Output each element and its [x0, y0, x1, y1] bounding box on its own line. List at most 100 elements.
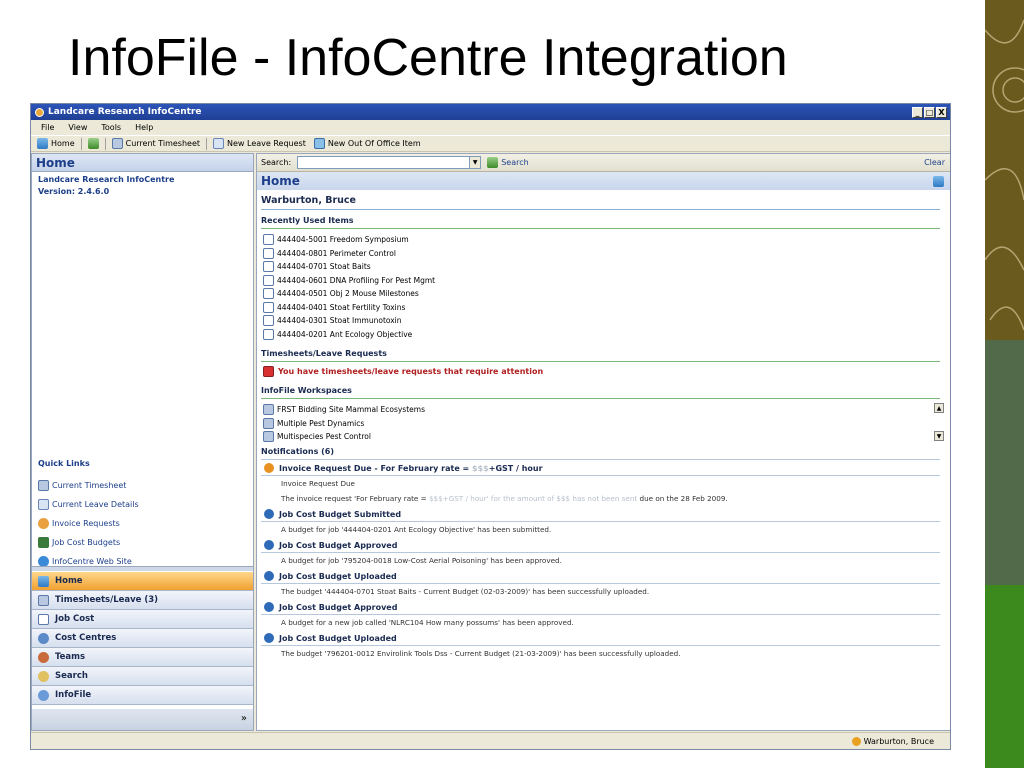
info-icon: [264, 571, 274, 581]
quick-link-current-leave[interactable]: Current Leave Details: [38, 495, 139, 514]
list-item[interactable]: 444404-5001 Freedom Symposium: [263, 233, 940, 247]
list-item[interactable]: 444404-0501 Obj 2 Mouse Milestones: [263, 287, 940, 301]
list-item-label: FRST Bidding Site Mammal Ecosystems: [277, 405, 425, 415]
status-user: Warburton, Bruce: [851, 737, 934, 746]
notification-title: Job Cost Budget Uploaded: [279, 571, 397, 581]
toolbar-home-button[interactable]: Home: [37, 138, 75, 149]
quick-links-list: Current Timesheet Current Leave Details …: [38, 476, 139, 571]
recent-items-title: Recently Used Items: [261, 210, 940, 229]
close-button[interactable]: X: [936, 106, 947, 118]
window-titlebar[interactable]: Landcare Research InfoCentre _ □ X: [31, 104, 950, 120]
notification-item[interactable]: Job Cost Budget Uploaded The budget '444…: [261, 568, 940, 599]
minimize-button[interactable]: _: [912, 106, 923, 118]
toolbar-refresh-button[interactable]: [87, 138, 99, 149]
menu-tools[interactable]: Tools: [101, 123, 121, 132]
notification-body: The invoice request 'For February rate =…: [281, 494, 728, 503]
job-icon: [263, 261, 274, 273]
timesheet-icon: [38, 480, 49, 491]
nav-list: Home Timesheets/Leave (3) Job Cost Cost …: [32, 572, 253, 705]
toolbar-current-timesheet-label: Current Timesheet: [125, 139, 201, 148]
list-item[interactable]: 444404-0201 Ant Ecology Objective: [263, 328, 940, 342]
chevron-down-icon[interactable]: ▼: [469, 157, 481, 168]
list-item-label: 444404-0701 Stoat Baits: [277, 262, 371, 272]
menu-view[interactable]: View: [68, 123, 87, 132]
job-icon: [263, 247, 274, 259]
invoice-icon: [38, 518, 49, 529]
nav-item-search[interactable]: Search: [32, 667, 253, 686]
nav-item-timesheets-leave[interactable]: Timesheets/Leave (3): [32, 591, 253, 610]
scroll-up-icon[interactable]: ▲: [934, 403, 944, 413]
notification-body: The budget '444404-0701 Stoat Baits - Cu…: [281, 587, 650, 596]
home-header: Home: [257, 172, 950, 190]
list-item[interactable]: Multiple Pest Dynamics: [263, 417, 940, 431]
list-item[interactable]: 444404-0701 Stoat Baits: [263, 260, 940, 274]
home-header-title: Home: [261, 174, 300, 188]
toolbar-new-ooo-button[interactable]: New Out Of Office Item: [313, 138, 421, 149]
toolbar-new-leave-button[interactable]: New Leave Request: [213, 138, 306, 149]
toolbar-new-leave-label: New Leave Request: [227, 139, 306, 148]
search-button-label: Search: [501, 158, 529, 167]
infofile-icon: [38, 689, 49, 701]
notification-item[interactable]: Job Cost Budget Uploaded The budget '796…: [261, 630, 940, 661]
home-icon[interactable]: [933, 176, 944, 187]
notification-body: The budget '796201-0012 Envirolink Tools…: [281, 649, 681, 658]
workspaces-list: FRST Bidding Site Mammal Ecosystems Mult…: [261, 399, 944, 444]
timesheet-icon: [111, 138, 123, 149]
decorative-side-band: [985, 0, 1024, 768]
nav-item-label: Search: [55, 671, 88, 681]
list-item-label: 444404-0801 Perimeter Control: [277, 248, 396, 258]
nav-item-job-cost[interactable]: Job Cost: [32, 610, 253, 629]
nav-overflow-button[interactable]: »: [32, 709, 253, 730]
right-pane: Search: ▼ Search Clear Home Warburton, B…: [256, 153, 950, 731]
budget-icon: [38, 537, 49, 548]
quick-link-job-cost-budgets[interactable]: Job Cost Budgets: [38, 533, 139, 552]
workspaces-scrollbar[interactable]: ▲ ▼: [934, 403, 944, 441]
notification-title: Job Cost Budget Approved: [279, 602, 398, 612]
app-name-label: Landcare Research InfoCentre: [38, 175, 175, 184]
nav-item-infofile[interactable]: InfoFile: [32, 686, 253, 705]
left-pane: Home Landcare Research InfoCentre Versio…: [31, 153, 254, 731]
list-item-label: 444404-0401 Stoat Fertility Toxins: [277, 302, 406, 312]
maximize-button[interactable]: □: [924, 106, 935, 118]
attention-text: You have timesheets/leave requests that …: [278, 367, 544, 376]
alert-icon: [264, 463, 274, 473]
nav-item-home[interactable]: Home: [32, 572, 253, 591]
pane-splitter[interactable]: [32, 566, 253, 571]
attention-message[interactable]: You have timesheets/leave requests that …: [261, 362, 940, 380]
notification-body: A budget for job '444404-0201 Ant Ecolog…: [281, 525, 552, 534]
menu-file[interactable]: File: [41, 123, 54, 132]
scroll-down-icon[interactable]: ▼: [934, 431, 944, 441]
list-item[interactable]: 444404-0601 DNA Profiling For Pest Mgmt: [263, 274, 940, 288]
search-button[interactable]: Search: [487, 157, 529, 168]
nav-item-teams[interactable]: Teams: [32, 648, 253, 667]
workspace-icon: [263, 404, 274, 416]
job-cost-icon: [38, 613, 49, 625]
job-icon: [263, 288, 274, 300]
list-item[interactable]: Multispecies Pest Control: [263, 430, 940, 444]
warning-icon: [263, 366, 274, 377]
info-icon: [264, 602, 274, 612]
notification-item[interactable]: Job Cost Budget Approved A budget for a …: [261, 599, 940, 630]
window-title: Landcare Research InfoCentre: [48, 107, 202, 117]
list-item[interactable]: FRST Bidding Site Mammal Ecosystems: [263, 403, 940, 417]
info-icon: [264, 633, 274, 643]
list-item[interactable]: 444404-0801 Perimeter Control: [263, 247, 940, 261]
notification-item[interactable]: Invoice Request Due - For February rate …: [261, 460, 940, 506]
clear-link[interactable]: Clear: [924, 158, 945, 167]
workspace-icon: [263, 417, 274, 429]
info-icon: [264, 540, 274, 550]
menu-help[interactable]: Help: [135, 123, 153, 132]
search-bar: Search: ▼ Search Clear: [257, 154, 950, 172]
toolbar-current-timesheet-button[interactable]: Current Timesheet: [111, 138, 201, 149]
nav-item-cost-centres[interactable]: Cost Centres: [32, 629, 253, 648]
list-item[interactable]: 444404-0301 Stoat Immunotoxin: [263, 314, 940, 328]
quick-link-invoice-requests[interactable]: Invoice Requests: [38, 514, 139, 533]
quick-link-current-timesheet[interactable]: Current Timesheet: [38, 476, 139, 495]
list-item-label: 444404-0601 DNA Profiling For Pest Mgmt: [277, 275, 436, 285]
search-input[interactable]: ▼: [297, 156, 482, 169]
left-pane-header: Home: [32, 154, 253, 172]
notification-item[interactable]: Job Cost Budget Approved A budget for jo…: [261, 537, 940, 568]
user-name-heading: Warburton, Bruce: [261, 190, 940, 210]
notification-item[interactable]: Job Cost Budget Submitted A budget for j…: [261, 506, 940, 537]
list-item[interactable]: 444404-0401 Stoat Fertility Toxins: [263, 301, 940, 315]
